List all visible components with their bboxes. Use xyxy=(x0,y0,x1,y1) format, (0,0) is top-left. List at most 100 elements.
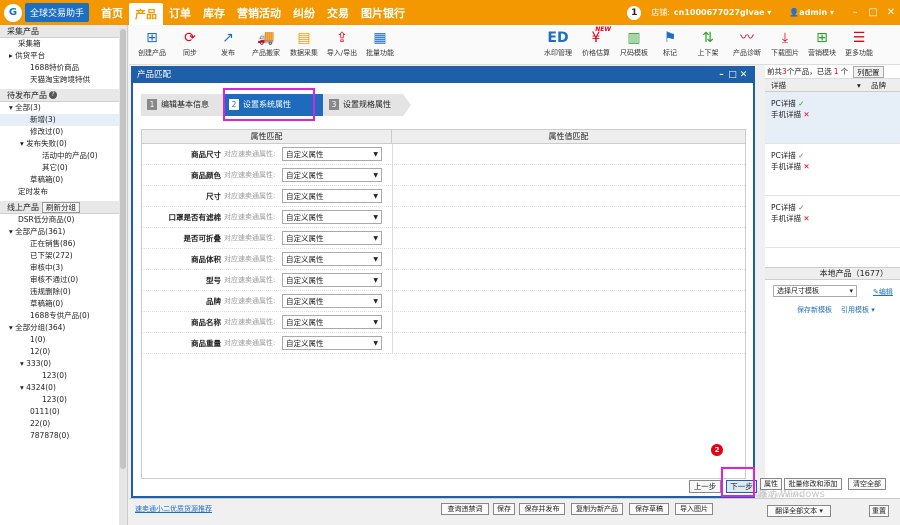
sidebar-scrollbar[interactable] xyxy=(119,25,127,525)
sidebar-item-1688[interactable]: 1688特价商品 xyxy=(0,62,127,74)
nav-inventory[interactable]: 库存 xyxy=(197,0,231,25)
previous-step-button[interactable]: 上一步 xyxy=(689,480,721,493)
step-spec-attributes[interactable]: 3 设置规格属性 xyxy=(323,94,403,116)
attribute-select[interactable]: 自定义属性 ▼ xyxy=(282,336,382,350)
publish-button[interactable]: ↗ 发布 xyxy=(207,28,249,58)
nav-orders[interactable]: 订单 xyxy=(163,0,197,25)
save-new-template-link[interactable]: 保存新模板 xyxy=(797,305,832,315)
reset-button[interactable]: 重置 xyxy=(869,505,889,517)
translate-all-button[interactable]: 翻译全部文本 ▾ xyxy=(767,505,831,517)
sort-down-icon[interactable]: ▾ xyxy=(857,81,871,90)
nav-disputes[interactable]: 纠纷 xyxy=(287,0,321,25)
app-logo[interactable]: G 全球交易助手 xyxy=(0,0,95,25)
sidebar-item-collect-box[interactable]: 采集箱 xyxy=(0,38,127,50)
sidebar-group-item[interactable]: ▾ 4324(0) xyxy=(0,382,127,394)
close-icon[interactable]: ✕ xyxy=(882,7,900,18)
shelf-button[interactable]: ⇅ 上下架 xyxy=(687,28,729,58)
sidebar-item-modified[interactable]: 修改过(0) xyxy=(0,126,127,138)
sidebar-item-tmall[interactable]: 天猫淘宝跨境特供 xyxy=(0,74,127,86)
copy-as-new-button[interactable]: 复制为新产品 xyxy=(571,503,623,515)
save-draft-button[interactable]: 保存草稿 xyxy=(629,503,669,515)
help-icon[interactable]: ? xyxy=(49,91,57,99)
edit-template-link[interactable]: ✎编辑 xyxy=(873,287,893,297)
sidebar-item-rejected[interactable]: 审核不通过(0) xyxy=(0,274,127,286)
attribute-select[interactable]: 自定义属性 ▼ xyxy=(282,273,382,287)
sidebar-item-draft[interactable]: 草稿箱(0) xyxy=(0,298,127,310)
sidebar-group-item[interactable]: 12(0) xyxy=(0,346,127,358)
sidebar-item-scheduled[interactable]: 定时发布 xyxy=(0,186,127,198)
sidebar-item-drafts[interactable]: 草稿箱(0) xyxy=(0,174,127,186)
column-config-button[interactable]: 列配置 xyxy=(853,65,884,78)
more-functions-button[interactable]: ☰ 更多功能 xyxy=(838,28,880,58)
sidebar-item-new[interactable]: 新增(3) xyxy=(0,114,127,126)
sidebar-item-selling[interactable]: 正在销售(86) xyxy=(0,238,127,250)
nav-home[interactable]: 首页 xyxy=(95,0,129,25)
minimize-icon[interactable]: – xyxy=(716,68,727,83)
use-template-link[interactable]: 引用模板 ▾ xyxy=(841,305,875,315)
attribute-select[interactable]: 自定义属性 ▼ xyxy=(282,252,382,266)
sidebar-item-all-groups[interactable]: ▾ 全部分组(364) xyxy=(0,322,127,334)
attribute-select[interactable]: 自定义属性 ▼ xyxy=(282,168,382,182)
supplier-recommend-link[interactable]: 速卖通小二优质货源推荐 xyxy=(135,504,212,514)
attribute-select[interactable]: 自定义属性 ▼ xyxy=(282,210,382,224)
marketing-module-button[interactable]: ⊞ 营销模块 xyxy=(801,28,843,58)
nav-trade[interactable]: 交易 xyxy=(321,0,355,25)
table-row[interactable]: PC详描 ✓ 手机详描 ✕ xyxy=(765,196,900,248)
sidebar-item-supply[interactable]: ▸ 供货平台 xyxy=(0,50,127,62)
sidebar-group-item[interactable]: ▾ 333(0) xyxy=(0,358,127,370)
size-template-select[interactable]: 选择尺寸模板 ▾ xyxy=(773,285,857,297)
sidebar-item-active[interactable]: 活动中的产品(0) xyxy=(0,150,127,162)
batch-function-button[interactable]: ▦ 批量功能 xyxy=(359,28,401,58)
sidebar-item-reviewing[interactable]: 审核中(3) xyxy=(0,262,127,274)
sidebar-item-offshelf[interactable]: 已下架(272) xyxy=(0,250,127,262)
attribute-button[interactable]: 属性 xyxy=(760,478,782,490)
nav-image-bank[interactable]: 图片银行 xyxy=(355,0,411,25)
attribute-select[interactable]: 自定义属性 ▼ xyxy=(282,294,382,308)
table-row[interactable]: PC详描 ✓ 手机详描 ✕ xyxy=(765,92,900,144)
close-icon[interactable]: ✕ xyxy=(738,68,749,83)
sidebar-item-dsr[interactable]: DSR低分商品(0) xyxy=(0,214,127,226)
price-estimate-button[interactable]: NEW ¥ 价格估算 xyxy=(575,26,617,58)
download-images-button[interactable]: ⤓ 下载图片 xyxy=(764,28,806,58)
maximize-icon[interactable]: □ xyxy=(727,68,738,83)
sidebar-item-all-products[interactable]: ▾ 全部产品(361) xyxy=(0,226,127,238)
maximize-icon[interactable]: □ xyxy=(864,7,882,18)
user-menu[interactable]: 👤admin ▾ xyxy=(789,8,834,17)
nav-products[interactable]: 产品 xyxy=(129,3,164,25)
shop-selector[interactable]: cn1000677027glvae ▾ xyxy=(674,8,771,17)
sidebar-group-item[interactable]: 123(0) xyxy=(0,370,127,382)
watermark-button[interactable]: ED 水印管理 xyxy=(537,28,579,58)
sidebar-item-failed[interactable]: ▾ 发布失败(0) xyxy=(0,138,127,150)
scrollbar-thumb[interactable] xyxy=(120,29,126,469)
clear-all-button[interactable]: 清空全部 xyxy=(848,478,886,490)
save-button[interactable]: 保存 xyxy=(493,503,515,515)
move-products-button[interactable]: 🚚 产品搬家 xyxy=(245,28,287,58)
attribute-select[interactable]: 自定义属性 ▼ xyxy=(282,147,382,161)
data-collect-button[interactable]: ▤ 数据采集 xyxy=(283,28,325,58)
refresh-groups-button[interactable]: 刷新分组 xyxy=(42,201,80,213)
mark-button[interactable]: ⚑ 标记 xyxy=(649,28,691,58)
sidebar-item-violation[interactable]: 违规删除(0) xyxy=(0,286,127,298)
batch-edit-add-button[interactable]: 批量修改和添加 xyxy=(784,478,842,490)
sidebar-group-item[interactable]: 1(0) xyxy=(0,334,127,346)
nav-marketing[interactable]: 营销活动 xyxy=(231,0,287,25)
sidebar-group-item[interactable]: 0111(0) xyxy=(0,406,127,418)
sidebar-item-other[interactable]: 其它(0) xyxy=(0,162,127,174)
save-and-publish-button[interactable]: 保存并发布 xyxy=(519,503,565,515)
sync-button[interactable]: ⟳ 同步 xyxy=(169,28,211,58)
sidebar-item-all[interactable]: ▾ 全部(3) xyxy=(0,102,127,114)
step-edit-basic-info[interactable]: 1 编辑基本信息 xyxy=(141,94,226,116)
sidebar-item-1688-exclusive[interactable]: 1688专供产品(0) xyxy=(0,310,127,322)
attribute-select[interactable]: 自定义属性 ▼ xyxy=(282,189,382,203)
create-product-button[interactable]: ⊞ 创建产品 xyxy=(131,28,173,58)
sidebar-group-item[interactable]: 22(0) xyxy=(0,418,127,430)
minimize-icon[interactable]: – xyxy=(846,7,864,18)
table-row[interactable]: PC详描 ✓ 手机详描 ✕ xyxy=(765,144,900,196)
attribute-select[interactable]: 自定义属性 ▼ xyxy=(282,315,382,329)
import-images-button[interactable]: 导入图片 xyxy=(675,503,713,515)
sidebar-group-item[interactable]: 787878(0) xyxy=(0,430,127,442)
column-header-brand[interactable]: 品牌 xyxy=(871,80,886,91)
import-export-button[interactable]: ⇪ 导入/导出 xyxy=(321,28,363,58)
attribute-select[interactable]: 自定义属性 ▼ xyxy=(282,231,382,245)
sidebar-group-item[interactable]: 123(0) xyxy=(0,394,127,406)
